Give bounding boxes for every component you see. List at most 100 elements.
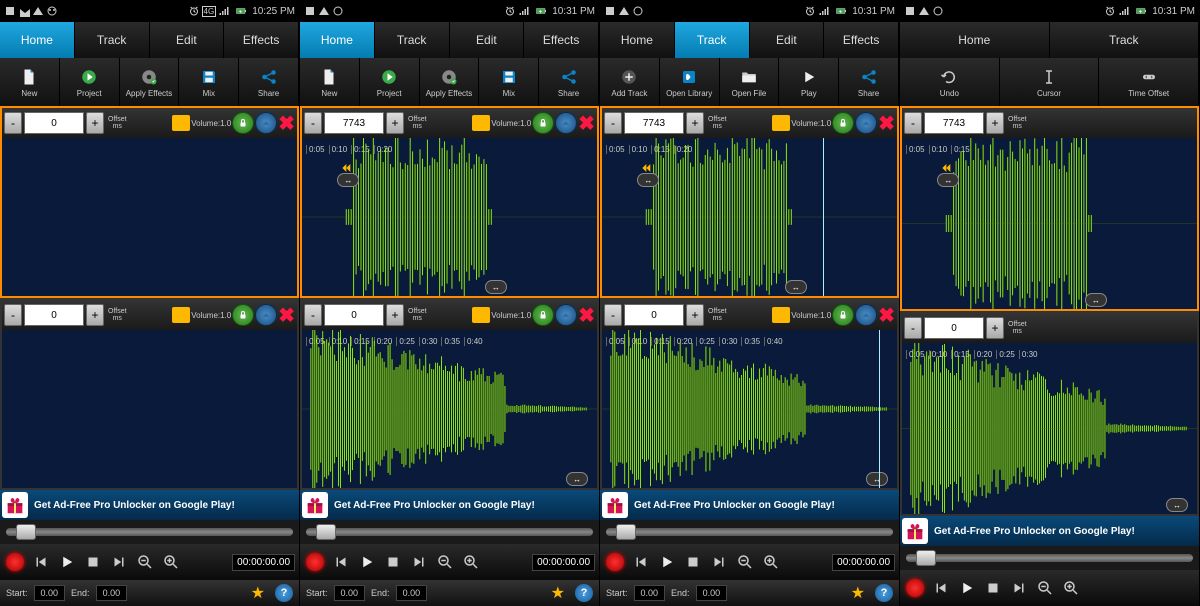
delete-track-button[interactable]: ✖ <box>578 303 595 328</box>
offset-minus-button[interactable]: - <box>604 304 622 326</box>
offset-plus-button[interactable]: + <box>86 304 104 326</box>
offset-input[interactable]: 0 <box>24 112 84 134</box>
zoom-out-button[interactable] <box>734 551 756 573</box>
delete-track-button[interactable]: ✖ <box>578 111 595 136</box>
collapse-button[interactable] <box>855 112 877 134</box>
add-track-button[interactable]: Add Track <box>600 58 660 106</box>
prev-button[interactable] <box>630 551 652 573</box>
mute-button[interactable] <box>472 115 490 131</box>
trim-start-handle[interactable]: ↔ <box>937 173 959 187</box>
offset-input[interactable]: 0 <box>324 304 384 326</box>
track[interactable]: - 0 + Offsetms Volume:1.0 ✖ <box>0 106 299 298</box>
seek-thumb[interactable] <box>316 524 336 540</box>
play-button[interactable] <box>956 577 978 599</box>
seek-track[interactable] <box>6 528 293 536</box>
tab-home[interactable]: Home <box>0 22 75 58</box>
tab-track[interactable]: Track <box>1050 22 1200 58</box>
new-button[interactable]: New <box>300 58 360 106</box>
lock-button[interactable] <box>532 112 554 134</box>
share-button[interactable]: Share <box>839 58 899 106</box>
tab-home[interactable]: Home <box>900 22 1050 58</box>
delete-track-button[interactable]: ✖ <box>278 303 295 328</box>
tab-track[interactable]: Track <box>75 22 150 58</box>
record-button[interactable] <box>4 551 26 573</box>
offset-plus-button[interactable]: + <box>386 304 404 326</box>
collapse-button[interactable] <box>255 304 277 326</box>
mute-button[interactable] <box>772 307 790 323</box>
zoom-in-button[interactable] <box>1060 577 1082 599</box>
ad-banner[interactable]: Get Ad-Free Pro Unlocker on Google Play! <box>900 516 1199 546</box>
play-button[interactable] <box>356 551 378 573</box>
tab-home[interactable]: Home <box>600 22 675 58</box>
mute-button[interactable] <box>172 115 190 131</box>
tab-edit[interactable]: Edit <box>450 22 525 58</box>
trim-end-handle[interactable]: ↔ <box>485 280 507 294</box>
lock-button[interactable] <box>832 112 854 134</box>
tab-effects[interactable]: Effects <box>824 22 899 58</box>
offset-plus-button[interactable]: + <box>686 112 704 134</box>
help-button[interactable]: ? <box>275 584 293 602</box>
collapse-button[interactable] <box>255 112 277 134</box>
collapse-button[interactable] <box>555 112 577 134</box>
trim-start-handle[interactable]: ↔ <box>637 173 659 187</box>
zoom-in-button[interactable] <box>760 551 782 573</box>
next-button[interactable] <box>108 551 130 573</box>
favorite-button[interactable]: ★ <box>851 583 865 603</box>
next-button[interactable] <box>1008 577 1030 599</box>
lock-button[interactable] <box>232 304 254 326</box>
play-button[interactable] <box>56 551 78 573</box>
seek-track[interactable] <box>606 528 893 536</box>
track[interactable]: - 0 + Offsetms 0:050:100:150:200:250:30 … <box>900 311 1199 516</box>
offset-plus-button[interactable]: + <box>86 112 104 134</box>
stop-button[interactable] <box>682 551 704 573</box>
trim-end-handle[interactable]: ↔ <box>785 280 807 294</box>
waveform-area[interactable]: 0:050:100:150:20 ↔ ↔ <box>302 138 597 296</box>
stop-button[interactable] <box>382 551 404 573</box>
offset-input[interactable]: 7743 <box>324 112 384 134</box>
apply-effects-button[interactable]: Apply Effects <box>120 58 180 106</box>
track[interactable]: - 0 + Offsetms Volume:1.0 ✖ 0:050:100:15… <box>600 298 899 490</box>
zoom-in-button[interactable] <box>460 551 482 573</box>
waveform-area[interactable]: 0:050:100:150:20 ↔ ↔ <box>602 138 897 296</box>
tab-edit[interactable]: Edit <box>150 22 225 58</box>
next-button[interactable] <box>408 551 430 573</box>
offset-input[interactable]: 0 <box>624 304 684 326</box>
waveform-area[interactable] <box>2 138 297 296</box>
delete-track-button[interactable]: ✖ <box>878 303 895 328</box>
offset-minus-button[interactable]: - <box>4 112 22 134</box>
waveform-area[interactable]: 0:050:100:150:200:250:30 ↔ <box>902 343 1197 514</box>
waveform-area[interactable]: 0:050:100:150:200:250:300:350:40 ↔ <box>602 330 897 488</box>
record-button[interactable] <box>604 551 626 573</box>
waveform-area[interactable]: 0:050:100:150:200:250:300:350:40 ↔ <box>302 330 597 488</box>
collapse-button[interactable] <box>555 304 577 326</box>
time-offset-button[interactable]: Time Offset <box>1099 58 1199 106</box>
offset-minus-button[interactable]: - <box>904 317 922 339</box>
open-file-button[interactable]: Open File <box>720 58 780 106</box>
waveform-area[interactable]: 0:050:100:15 ↔ ↔ <box>902 138 1197 309</box>
ad-banner[interactable]: Get Ad-Free Pro Unlocker on Google Play! <box>600 490 899 520</box>
record-button[interactable] <box>904 577 926 599</box>
trim-end-handle[interactable]: ↔ <box>866 472 888 486</box>
play-button[interactable]: Play <box>779 58 839 106</box>
help-button[interactable]: ? <box>575 584 593 602</box>
lock-button[interactable] <box>232 112 254 134</box>
play-button[interactable] <box>656 551 678 573</box>
offset-minus-button[interactable]: - <box>604 112 622 134</box>
open-library-button[interactable]: Open Library <box>660 58 720 106</box>
favorite-button[interactable]: ★ <box>551 583 565 603</box>
zoom-out-button[interactable] <box>134 551 156 573</box>
mute-button[interactable] <box>772 115 790 131</box>
seek-track[interactable] <box>306 528 593 536</box>
favorite-button[interactable]: ★ <box>251 583 265 603</box>
offset-minus-button[interactable]: - <box>4 304 22 326</box>
offset-plus-button[interactable]: + <box>686 304 704 326</box>
zoom-in-button[interactable] <box>160 551 182 573</box>
mix-button[interactable]: Mix <box>479 58 539 106</box>
offset-minus-button[interactable]: - <box>304 112 322 134</box>
share-button[interactable]: Share <box>539 58 599 106</box>
offset-input[interactable]: 0 <box>24 304 84 326</box>
trim-start-handle[interactable]: ↔ <box>337 173 359 187</box>
offset-input[interactable]: 0 <box>924 317 984 339</box>
collapse-button[interactable] <box>855 304 877 326</box>
seek-track[interactable] <box>906 554 1193 562</box>
